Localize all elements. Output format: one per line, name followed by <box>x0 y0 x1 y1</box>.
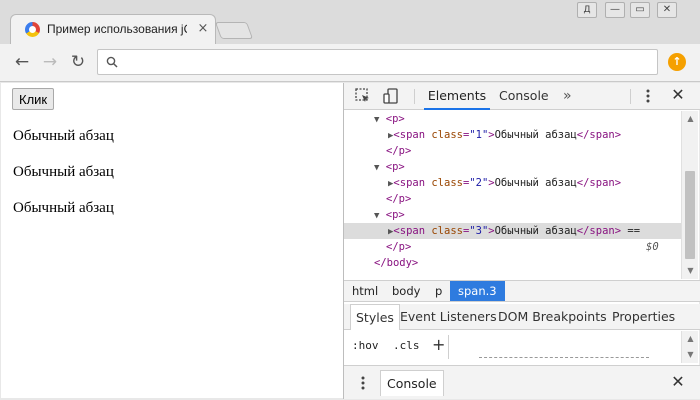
tab-title: Пример использования jQuery <box>47 22 187 36</box>
search-icon <box>106 56 118 68</box>
dom-node-p-close[interactable]: </p> <box>344 191 681 207</box>
reload-button[interactable]: ↻ <box>68 52 88 72</box>
device-toolbar-icon[interactable] <box>382 87 400 105</box>
tab-properties[interactable]: Properties <box>612 304 675 330</box>
drawer-close-icon[interactable]: ✕ <box>668 372 688 392</box>
dom-node-p[interactable]: ▼ <p> <box>344 207 681 223</box>
scroll-down-icon[interactable]: ▼ <box>686 351 695 359</box>
address-bar[interactable] <box>97 49 658 75</box>
tab-styles[interactable]: Styles <box>350 304 400 330</box>
devtools-toolbar: Elements Console » ✕ <box>344 83 700 110</box>
selected-marker: == <box>627 225 641 237</box>
paragraph: Обычный абзац <box>13 200 114 216</box>
new-tab-button[interactable] <box>214 22 254 39</box>
browser-tab[interactable]: Пример использования jQuery × <box>10 14 216 44</box>
tab-close-icon[interactable]: × <box>195 21 211 37</box>
dom-node-span[interactable]: ▶<span class="1">Обычный абзац</span> <box>344 127 681 143</box>
browser-toolbar: ← → ↻ ↑ <box>0 44 700 82</box>
scroll-down-icon[interactable]: ▼ <box>686 267 695 275</box>
selected-ref: $0 <box>646 241 659 253</box>
toolbar-divider <box>630 89 631 104</box>
favicon-icon <box>25 22 40 37</box>
devtools-panel: Elements Console » ✕ ▼ <p> ▶<span class=… <box>343 83 700 399</box>
breadcrumb-span[interactable]: span.3 <box>450 281 505 301</box>
window-close-button[interactable]: ✕ <box>657 2 677 18</box>
styles-scrollbar[interactable]: ▲ ▼ <box>681 331 698 363</box>
styles-tabbar: Styles Event Listeners DOM Breakpoints P… <box>344 304 700 330</box>
hover-state-toggle[interactable]: :hov <box>352 339 379 352</box>
dom-node-p[interactable]: ▼ <p> <box>344 159 681 175</box>
inspect-element-icon[interactable] <box>354 87 372 105</box>
minimize-button[interactable]: — <box>605 2 625 18</box>
dom-node-p-close[interactable]: </p> $0 <box>344 239 681 255</box>
user-profile-button[interactable]: Д <box>577 2 597 18</box>
tab-console[interactable]: Console <box>499 83 549 110</box>
address-input[interactable] <box>126 52 646 72</box>
tab-drawer-console[interactable]: Console <box>380 370 444 396</box>
toolbar-divider <box>414 89 415 104</box>
restore-button[interactable]: ▭ <box>630 2 650 18</box>
dom-node-p-close[interactable]: </p> <box>344 143 681 159</box>
scroll-thumb[interactable] <box>685 171 695 259</box>
forward-button[interactable]: → <box>40 52 60 72</box>
click-button[interactable]: Клик <box>12 88 55 110</box>
tab-dom-breakpoints[interactable]: DOM Breakpoints <box>498 304 607 330</box>
add-rule-icon[interactable]: + <box>432 335 445 354</box>
back-button[interactable]: ← <box>12 52 32 72</box>
console-drawer: Console ✕ <box>344 365 700 399</box>
extension-update-icon[interactable]: ↑ <box>668 53 686 71</box>
filter-divider <box>448 335 449 359</box>
breadcrumb-p[interactable]: p <box>427 281 450 301</box>
styles-filter-bar: :hov .cls + <box>344 331 681 363</box>
page-viewport: Клик Обычный абзац Обычный абзац Обычный… <box>1 83 343 398</box>
scroll-up-icon[interactable]: ▲ <box>686 335 695 343</box>
paragraph: Обычный абзац <box>13 164 114 180</box>
rule-divider <box>479 357 649 358</box>
devtools-close-icon[interactable]: ✕ <box>668 85 688 105</box>
dom-node-body-close[interactable]: </body> <box>344 255 681 271</box>
scroll-up-icon[interactable]: ▲ <box>686 115 695 123</box>
breadcrumb: html body p span.3 <box>344 280 700 302</box>
breadcrumb-html[interactable]: html <box>344 281 386 301</box>
dom-scrollbar[interactable]: ▲ ▼ <box>681 111 698 279</box>
dom-tree: ▼ <p> ▶<span class="1">Обычный абзац</sp… <box>344 111 681 279</box>
paragraph: Обычный абзац <box>13 128 114 144</box>
breadcrumb-body[interactable]: body <box>384 281 428 301</box>
window-titlebar: Пример использования jQuery × Д — ▭ ✕ <box>0 0 700 44</box>
drawer-menu-icon[interactable] <box>360 374 366 392</box>
dom-node-span[interactable]: ▶<span class="2">Обычный абзац</span> <box>344 175 681 191</box>
kebab-menu-icon[interactable] <box>644 87 652 105</box>
tab-event-listeners[interactable]: Event Listeners <box>400 304 497 330</box>
tab-elements[interactable]: Elements <box>424 83 490 110</box>
dom-node-p[interactable]: ▼ <p> <box>344 111 681 127</box>
more-tabs-icon[interactable]: » <box>563 83 572 110</box>
class-toggle[interactable]: .cls <box>393 339 420 352</box>
dom-node-span-selected[interactable]: ▶<span class="3">Обычный абзац</span> == <box>344 223 681 239</box>
